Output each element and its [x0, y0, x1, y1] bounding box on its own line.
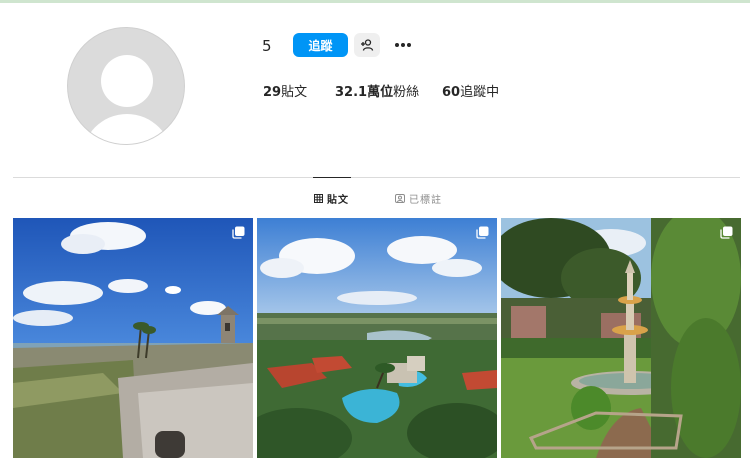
tab-tagged[interactable]: 已標註 [395, 191, 442, 206]
following-stat[interactable]: 60追蹤中 [442, 81, 499, 100]
grid-icon [314, 194, 323, 203]
window-top-border [0, 0, 750, 3]
followers-stat[interactable]: 32.1萬位粉絲 [335, 81, 419, 100]
following-count: 60 [442, 85, 461, 100]
multiple-photos-icon [476, 226, 489, 239]
post-image-garden [501, 218, 741, 458]
post-thumbnail-2[interactable] [257, 218, 497, 458]
multiple-photos-icon [232, 226, 245, 239]
tab-posts[interactable]: 貼文 [314, 191, 349, 206]
follow-button[interactable]: 追蹤 [293, 33, 348, 57]
multiple-photos-icon [720, 226, 733, 239]
posts-count: 29 [263, 85, 282, 100]
tab-tagged-label: 已標註 [409, 195, 442, 206]
followers-count: 32.1萬位 [335, 85, 394, 100]
tabs-divider [13, 177, 740, 178]
post-image-resort [257, 218, 497, 458]
suggested-accounts-button[interactable] [354, 33, 380, 57]
posts-count-stat: 29貼文 [263, 81, 307, 100]
followers-label: 粉絲 [393, 85, 420, 100]
post-image-fort [13, 218, 253, 458]
avatar-head-shape [101, 55, 153, 107]
profile-username: 5 [262, 37, 272, 55]
post-thumbnail-1[interactable] [13, 218, 253, 458]
more-options-button[interactable] [390, 33, 416, 57]
add-person-icon [361, 39, 374, 51]
post-thumbnail-3[interactable] [501, 218, 741, 458]
posts-label: 貼文 [281, 85, 308, 100]
active-tab-indicator [313, 177, 351, 178]
following-label: 追蹤中 [460, 85, 500, 100]
more-dots-icon [395, 43, 411, 47]
avatar-body-shape [82, 114, 172, 144]
tagged-icon [395, 194, 405, 203]
profile-avatar[interactable] [67, 27, 185, 145]
tab-posts-label: 貼文 [327, 195, 349, 206]
